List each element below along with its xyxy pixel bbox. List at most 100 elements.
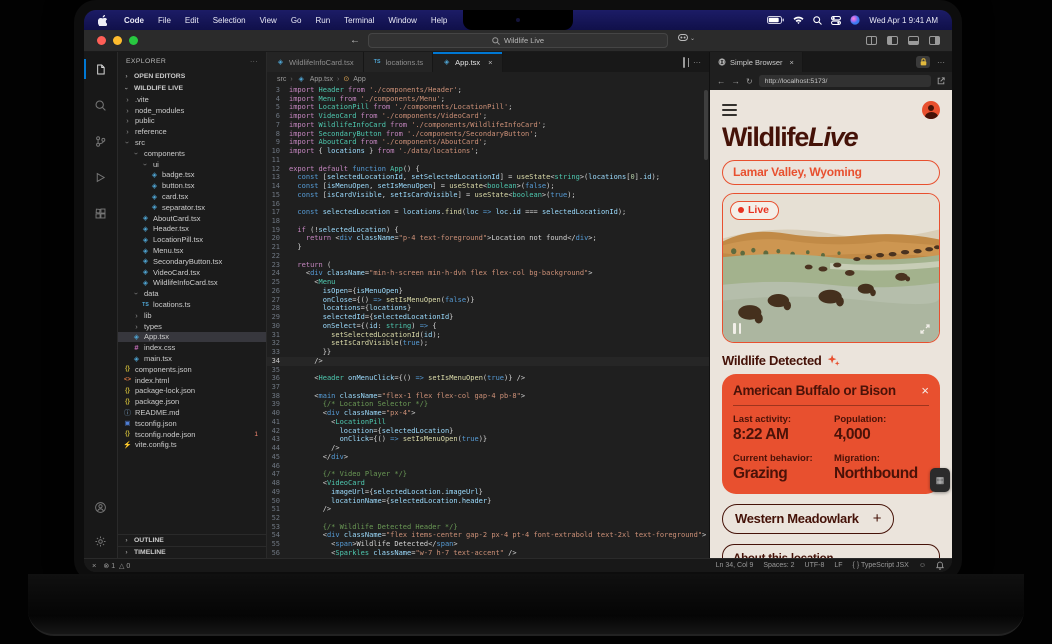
control-center-icon[interactable] xyxy=(831,16,841,25)
status-bar-item[interactable]: UTF-8 xyxy=(805,562,825,569)
status-bar-item[interactable]: Spaces: 2 xyxy=(763,562,794,569)
explorer-tree-item[interactable]: AboutCard.tsx xyxy=(118,213,266,224)
western-meadowlark-button[interactable]: Western Meadowlark + xyxy=(722,504,894,534)
floating-layout-button[interactable]: ▦ xyxy=(930,468,950,492)
browser-more-actions-icon[interactable]: ··· xyxy=(937,58,945,67)
editor-more-actions-icon[interactable]: ··· xyxy=(693,58,701,67)
toggle-panel-icon[interactable] xyxy=(908,36,919,45)
editor-tab[interactable]: locations.ts xyxy=(364,52,434,72)
explorer-view-icon[interactable] xyxy=(84,58,118,80)
explorer-tree-item[interactable]: LocationPill.tsx xyxy=(118,234,266,245)
pause-button[interactable] xyxy=(733,323,741,334)
editor-tab[interactable]: WildlifeInfoCard.tsx xyxy=(267,52,364,72)
split-editor-icon[interactable] xyxy=(683,58,685,67)
explorer-tree-item[interactable]: badge.tsx xyxy=(118,170,266,181)
menu-item[interactable]: Window xyxy=(381,16,423,25)
explorer-tree-item[interactable]: public xyxy=(118,116,266,127)
explorer-tree-item[interactable]: tsconfig.node.json 1 xyxy=(118,429,266,440)
status-bar-item[interactable]: LF xyxy=(834,562,842,569)
close-window-button[interactable] xyxy=(97,36,106,45)
extensions-icon[interactable] xyxy=(84,202,118,224)
location-pill-button[interactable]: Lamar Valley, Wyoming xyxy=(722,160,940,185)
browser-forward-icon[interactable]: → xyxy=(732,76,741,86)
explorer-tree-item[interactable]: SecondaryButton.tsx xyxy=(118,256,266,267)
menu-item[interactable]: Go xyxy=(284,16,309,25)
close-info-card-icon[interactable]: × xyxy=(921,383,929,398)
explorer-tree-item[interactable]: tsconfig.json xyxy=(118,418,266,429)
explorer-tree-item[interactable]: .vite xyxy=(118,94,266,105)
menu-item[interactable]: Help xyxy=(424,16,454,25)
source-control-icon[interactable] xyxy=(84,130,118,152)
explorer-tree-item[interactable]: components.json xyxy=(118,364,266,375)
video-card[interactable]: Live xyxy=(722,193,940,343)
menu-item[interactable]: Run xyxy=(308,16,337,25)
problems-indicator[interactable]: ⊗ 1 △ 0 xyxy=(103,562,130,570)
explorer-tree-item[interactable]: package-lock.json xyxy=(118,386,266,397)
explorer-tree-item[interactable]: Menu.tsx xyxy=(118,245,266,256)
explorer-tree-item[interactable]: card.tsx xyxy=(118,191,266,202)
open-external-icon[interactable] xyxy=(937,77,945,85)
remote-indicator-icon[interactable]: × xyxy=(92,561,96,570)
apple-logo-icon[interactable] xyxy=(98,15,107,26)
hamburger-menu-icon[interactable] xyxy=(722,104,737,115)
status-bar-item[interactable]: Ln 34, Col 9 xyxy=(716,562,754,569)
explorer-tree-item[interactable]: reference xyxy=(118,126,266,137)
explorer-tree-item[interactable]: index.html xyxy=(118,375,266,386)
minimize-window-button[interactable] xyxy=(113,36,122,45)
explorer-more-actions-icon[interactable]: ··· xyxy=(250,58,258,65)
code-editor[interactable]: 3 import Header from './components/Heade… xyxy=(267,86,709,558)
explorer-tree-item[interactable]: App.tsx xyxy=(118,332,266,343)
command-center-search[interactable]: Wildlife Live xyxy=(368,33,668,48)
customize-layout-icon[interactable] xyxy=(866,36,877,45)
toggle-primary-sidebar-icon[interactable] xyxy=(887,36,898,45)
explorer-tree-item[interactable]: src xyxy=(118,137,266,148)
toggle-secondary-sidebar-icon[interactable] xyxy=(929,36,940,45)
spotlight-search-icon[interactable] xyxy=(813,16,822,25)
explorer-tree-item[interactable]: WildlifeInfoCard.tsx xyxy=(118,278,266,289)
explorer-tree-item[interactable]: ui xyxy=(118,159,266,170)
workspace-trust-lock-icon[interactable] xyxy=(916,56,930,68)
menu-item[interactable]: File xyxy=(151,16,178,25)
explorer-tree-item[interactable]: separator.tsx xyxy=(118,202,266,213)
explorer-tree-item[interactable]: README.md xyxy=(118,407,266,418)
explorer-tree-item[interactable]: components xyxy=(118,148,266,159)
history-back-button[interactable]: ← xyxy=(350,35,360,46)
timeline-section[interactable]: TIMELINE xyxy=(118,546,266,558)
siri-icon[interactable] xyxy=(850,15,860,25)
settings-gear-icon[interactable] xyxy=(84,530,118,552)
explorer-tree-item[interactable]: vite.config.ts xyxy=(118,440,266,451)
close-tab-icon[interactable]: × xyxy=(488,58,492,67)
avatar[interactable] xyxy=(922,101,940,119)
open-editors-section[interactable]: OPEN EDITORS xyxy=(118,70,266,82)
menu-item[interactable]: Selection xyxy=(206,16,253,25)
run-debug-icon[interactable] xyxy=(84,166,118,188)
outline-section[interactable]: OUTLINE xyxy=(118,534,266,546)
zoom-window-button[interactable] xyxy=(129,36,138,45)
accounts-icon[interactable] xyxy=(84,496,118,518)
notifications-bell-icon[interactable] xyxy=(936,561,944,570)
url-input[interactable]: http://localhost:5173/ xyxy=(759,75,931,87)
wifi-icon[interactable] xyxy=(793,16,804,24)
editor-tab[interactable]: App.tsx × xyxy=(433,52,502,72)
battery-icon[interactable] xyxy=(767,16,784,24)
explorer-tree-item[interactable]: data xyxy=(118,288,266,299)
explorer-tree-item[interactable]: button.tsx xyxy=(118,180,266,191)
explorer-tree-item[interactable]: locations.ts xyxy=(118,299,266,310)
breadcrumb[interactable]: src› App.tsx› ⊙ App xyxy=(267,72,709,86)
menu-item[interactable]: Terminal xyxy=(337,16,381,25)
close-browser-tab-icon[interactable]: × xyxy=(790,58,794,67)
browser-back-icon[interactable]: ← xyxy=(717,76,726,86)
feedback-smiley-icon[interactable]: ☺ xyxy=(919,562,926,569)
search-view-icon[interactable] xyxy=(84,94,118,116)
menu-bar-clock[interactable]: Wed Apr 1 9:41 AM xyxy=(869,16,938,25)
menu-item[interactable]: View xyxy=(253,16,284,25)
explorer-tree-item[interactable]: Header.tsx xyxy=(118,224,266,235)
workspace-root-section[interactable]: WILDLIFE LIVE xyxy=(118,82,266,94)
simple-browser-tab[interactable]: Simple Browser × xyxy=(710,52,803,72)
explorer-tree-item[interactable]: node_modules xyxy=(118,105,266,116)
explorer-tree-item[interactable]: index.css xyxy=(118,342,266,353)
explorer-tree-item[interactable]: package.json xyxy=(118,396,266,407)
menu-item[interactable]: Edit xyxy=(178,16,206,25)
fullscreen-expand-icon[interactable] xyxy=(920,324,930,334)
browser-reload-icon[interactable]: ↻ xyxy=(746,77,753,86)
